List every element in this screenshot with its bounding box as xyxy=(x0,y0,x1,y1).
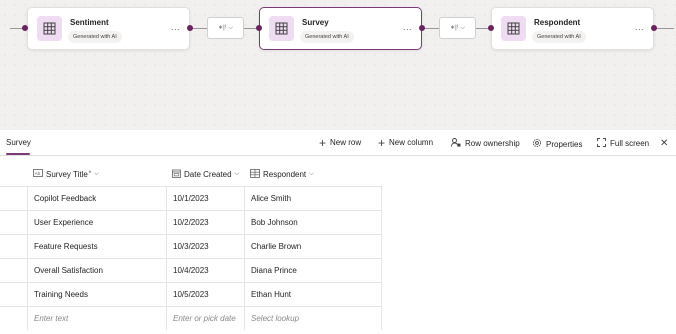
column-header-respondent[interactable]: Respondent ⌵ xyxy=(250,169,314,180)
respondent-cell[interactable]: Charlie Brown xyxy=(244,235,382,258)
ai-generated-badge: Generated with AI xyxy=(68,31,122,43)
survey-title-cell[interactable]: Copilot Feedback xyxy=(27,187,166,210)
connection-handle[interactable] xyxy=(256,25,262,31)
diagram-canvas[interactable]: Sentiment Generated with AI ... Survey G… xyxy=(0,0,676,130)
survey-title-input[interactable]: Enter text xyxy=(27,307,166,330)
date-created-cell[interactable]: 10/5/2023 xyxy=(166,283,244,306)
lookup-icon xyxy=(250,169,260,180)
svg-text:Ab: Ab xyxy=(35,171,41,176)
properties-button[interactable]: Properties xyxy=(532,138,582,150)
column-header-date-created[interactable]: Date Created ⌵ xyxy=(172,169,239,180)
gear-icon xyxy=(532,138,542,150)
connection-handle[interactable] xyxy=(419,25,425,31)
new-column-button[interactable]: + New column xyxy=(378,135,434,150)
properties-label: Properties xyxy=(546,139,583,149)
column-label: Respondent xyxy=(263,170,307,179)
relationship-selector[interactable]: ∗|¹ ⌵ xyxy=(439,17,476,39)
connection-handle[interactable] xyxy=(187,25,193,31)
relationship-label: ∗|¹ ⌵ xyxy=(218,25,233,31)
date-created-cell[interactable]: 10/3/2023 xyxy=(166,235,244,258)
text-field-icon: Ab xyxy=(33,169,43,179)
calendar-icon xyxy=(172,169,181,180)
column-label: Survey Title xyxy=(46,169,88,179)
respondent-cell[interactable]: Alice Smith xyxy=(244,187,382,210)
respondent-cell[interactable]: Ethan Hunt xyxy=(244,283,382,306)
date-created-input[interactable]: Enter or pick date xyxy=(166,307,244,330)
date-created-cell[interactable]: 10/4/2023 xyxy=(166,259,244,282)
connection-handle[interactable] xyxy=(651,25,657,31)
table-row[interactable]: Overall Satisfaction 10/4/2023 Diana Pri… xyxy=(0,258,382,282)
person-lock-icon xyxy=(451,138,461,149)
table-row[interactable]: Training Needs 10/5/2023 Ethan Hunt xyxy=(0,282,382,306)
table-node-respondent[interactable]: Respondent Generated with AI ... xyxy=(491,7,654,50)
required-marker: * xyxy=(88,171,92,177)
survey-title-cell[interactable]: Overall Satisfaction xyxy=(27,259,166,282)
full-screen-label: Full screen xyxy=(610,139,650,148)
toolbar-divider xyxy=(0,155,676,156)
chevron-down-icon: ⌵ xyxy=(234,171,240,177)
respondent-lookup-input[interactable]: Select lookup xyxy=(244,307,382,330)
row-ownership-label: Row ownership xyxy=(465,139,520,148)
ai-generated-badge: Generated with AI xyxy=(532,31,586,43)
tab-survey[interactable]: Survey xyxy=(6,138,31,147)
full-screen-button[interactable]: Full screen xyxy=(597,138,649,149)
new-row-button[interactable]: + New row xyxy=(319,135,362,150)
grid-header-row: Ab Survey Title * ⌵ Date Created ⌵ Respo… xyxy=(0,163,382,186)
survey-title-cell[interactable]: Training Needs xyxy=(27,283,166,306)
table-row[interactable]: Copilot Feedback 10/1/2023 Alice Smith xyxy=(0,186,382,210)
more-options-icon[interactable]: ... xyxy=(403,22,412,32)
connector-line xyxy=(654,28,674,29)
chevron-down-icon: ⌵ xyxy=(94,170,99,177)
survey-title-cell[interactable]: User Experience xyxy=(27,211,166,234)
column-header-survey-title[interactable]: Ab Survey Title * ⌵ xyxy=(33,169,99,179)
more-options-icon[interactable]: ... xyxy=(635,22,644,32)
table-icon xyxy=(501,16,526,41)
survey-title-cell[interactable]: Feature Requests xyxy=(27,235,166,258)
relationship-label: ∗|¹ ⌵ xyxy=(450,25,465,31)
table-row[interactable]: Feature Requests 10/3/2023 Charlie Brown xyxy=(0,234,382,258)
connection-handle[interactable] xyxy=(22,25,28,31)
table-row[interactable]: User Experience 10/2/2023 Bob Johnson xyxy=(0,210,382,234)
node-title: Survey xyxy=(302,18,329,27)
plus-icon: + xyxy=(319,135,327,150)
table-toolbar: Survey + New row + New column Row owners… xyxy=(0,131,676,156)
table-icon xyxy=(269,16,294,41)
relationship-selector[interactable]: ∗|¹ ⌵ xyxy=(207,17,244,39)
connection-handle[interactable] xyxy=(488,25,494,31)
table-node-sentiment[interactable]: Sentiment Generated with AI ... xyxy=(27,7,190,50)
new-row-entry[interactable]: Enter text Enter or pick date Select loo… xyxy=(0,306,382,330)
node-title: Sentiment xyxy=(70,18,109,27)
expand-icon xyxy=(597,138,606,149)
respondent-cell[interactable]: Diana Prince xyxy=(244,259,382,282)
date-created-cell[interactable]: 10/2/2023 xyxy=(166,211,244,234)
plus-icon: + xyxy=(378,135,386,150)
more-options-icon[interactable]: ... xyxy=(171,22,180,32)
ai-generated-badge: Generated with AI xyxy=(300,31,354,43)
respondent-cell[interactable]: Bob Johnson xyxy=(244,211,382,234)
chevron-down-icon: ⌵ xyxy=(309,171,314,177)
table-node-survey[interactable]: Survey Generated with AI ... xyxy=(259,7,422,50)
new-row-label: New row xyxy=(330,138,362,147)
close-icon[interactable]: ✕ xyxy=(660,138,668,149)
row-ownership-button[interactable]: Row ownership xyxy=(451,138,520,149)
node-title: Respondent xyxy=(534,18,581,27)
table-icon xyxy=(37,16,62,41)
new-column-label: New column xyxy=(389,138,434,147)
column-label: Date Created xyxy=(184,170,232,179)
date-created-cell[interactable]: 10/1/2023 xyxy=(166,187,244,210)
